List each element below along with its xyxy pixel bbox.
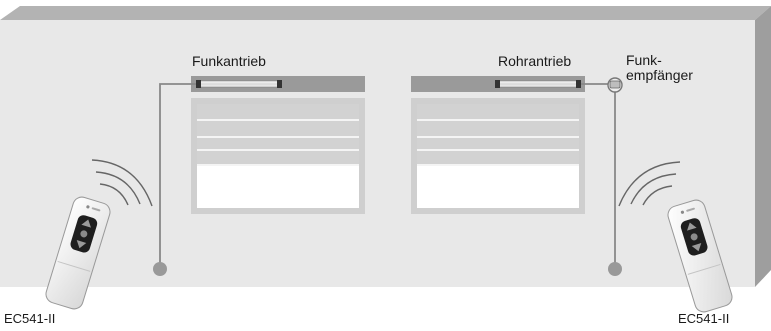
left-shutter-curtain — [197, 104, 359, 166]
left-wall-socket — [153, 262, 167, 276]
right-drive-label: Rohrantrieb — [498, 53, 571, 69]
wall-side-edge — [755, 6, 771, 287]
receiver-label-line2: empfänger — [626, 67, 693, 83]
diagram: Funkantrieb Rohrantrieb Funk- empfänger … — [0, 0, 771, 331]
left-motor-end-cap-2 — [277, 80, 282, 88]
left-drive-label: Funkantrieb — [192, 53, 266, 69]
left-motor-tube — [196, 80, 282, 88]
wall-top-edge — [0, 6, 771, 20]
right-motor-tube — [495, 80, 580, 88]
left-remote-model-label: EC541-II — [4, 311, 55, 326]
installation-diagram: Funkantrieb Rohrantrieb Funk- empfänger … — [0, 6, 771, 326]
right-shutter-curtain — [417, 104, 579, 166]
wall — [0, 6, 771, 287]
radio-receiver-icon — [607, 77, 623, 93]
left-motor-end-cap — [196, 80, 201, 88]
right-motor-end-cap — [495, 80, 500, 88]
right-remote-model-label: EC541-II — [678, 311, 729, 326]
right-wall-socket — [608, 262, 622, 276]
receiver-label-line1: Funk- — [626, 52, 662, 68]
right-motor-end-cap-2 — [576, 80, 581, 88]
